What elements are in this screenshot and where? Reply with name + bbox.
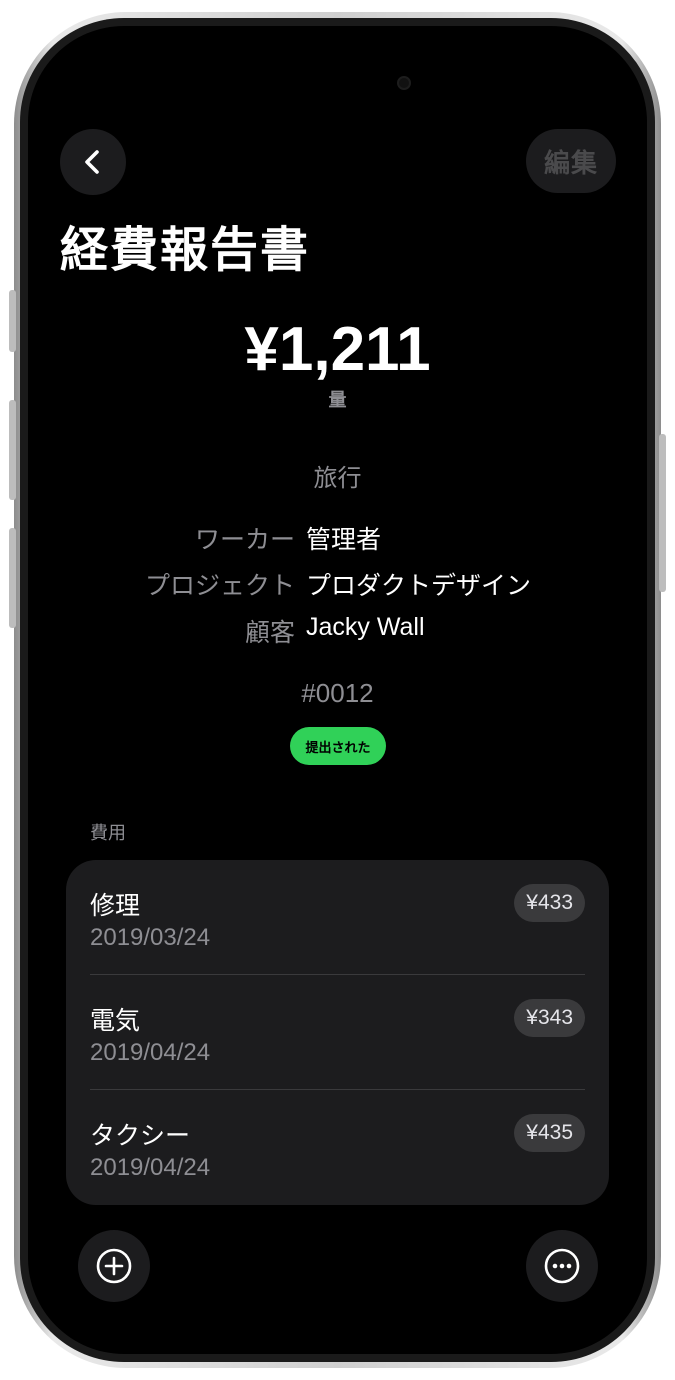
list-item[interactable]: 修理 2019/03/24 ¥433 [66, 860, 609, 975]
expense-date: 2019/04/24 [90, 1039, 211, 1066]
list-item[interactable]: タクシー 2019/04/24 ¥435 [66, 1090, 609, 1205]
expense-name: タクシー [90, 1121, 191, 1150]
expense-amount-badge: ¥435 [514, 1114, 585, 1152]
expense-date: 2019/03/24 [90, 924, 211, 951]
expense-amount-badge: ¥433 [514, 884, 585, 922]
expense-category: 旅行 [313, 464, 362, 492]
detail-value: 管理者 [306, 525, 382, 554]
total-amount: ¥1,211 [244, 315, 431, 384]
detail-key: ワーカー [194, 525, 295, 554]
detail-row-client: 顧客 Jacky Wall [28, 613, 647, 653]
detail-row-worker: ワーカー 管理者 [28, 520, 647, 560]
side-button-volume-up [9, 400, 16, 500]
expense-name: 電気 [90, 1006, 141, 1035]
add-expense-button[interactable] [78, 1230, 150, 1302]
detail-key: 顧客 [244, 618, 295, 647]
detail-value: プロダクトデザイン [306, 571, 532, 600]
report-id: #0012 [301, 678, 374, 708]
expense-date: 2019/04/24 [90, 1154, 211, 1181]
expenses-section-label: 費用 [90, 823, 126, 844]
expense-name: 修理 [90, 891, 141, 920]
side-button-action [9, 290, 16, 352]
expense-amount-badge: ¥343 [514, 999, 585, 1037]
plus-circle-icon [96, 1248, 132, 1284]
side-button-power [659, 434, 666, 592]
back-button[interactable] [60, 129, 126, 195]
detail-key: プロジェクト [144, 571, 295, 600]
edit-button[interactable]: 編集 [526, 129, 616, 193]
total-amount-label: 量 [328, 390, 347, 411]
camera-icon [397, 76, 411, 90]
status-badge: 提出された [290, 727, 386, 765]
screen: 編集 経費報告書 ¥1,211 量 旅行 ワーカー 管理者 プロジェクト プロダ… [28, 26, 647, 1354]
page-title: 経費報告書 [60, 222, 311, 278]
chevron-left-icon [85, 150, 99, 174]
side-button-volume-down [9, 528, 16, 628]
detail-value: Jacky Wall [306, 613, 425, 641]
expense-list: 修理 2019/03/24 ¥433 電気 2019/04/24 ¥343 タク… [66, 860, 609, 1205]
detail-row-project: プロジェクト プロダクトデザイン [28, 566, 647, 606]
more-options-button[interactable] [526, 1230, 598, 1302]
ellipsis-circle-icon [544, 1248, 580, 1284]
list-item[interactable]: 電気 2019/04/24 ¥343 [66, 975, 609, 1090]
